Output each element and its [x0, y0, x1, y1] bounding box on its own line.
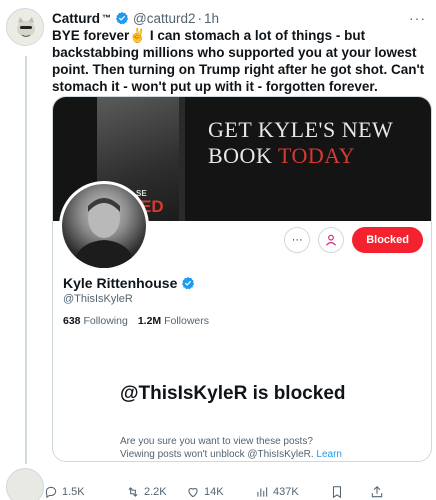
reply-action[interactable]: 1.5K — [44, 485, 85, 499]
user-subscribe-button[interactable] — [318, 227, 345, 253]
repost-icon — [128, 487, 138, 497]
profile-avatar[interactable] — [59, 181, 149, 271]
followers-count: 1.2M — [137, 315, 162, 327]
bookmark-action[interactable] — [330, 485, 344, 499]
tweet-action-bar: 1.5K 2.2K 14K 437K — [44, 484, 432, 500]
banner-line-2: BOOK TODAY — [208, 143, 393, 169]
profile-name[interactable]: Kyle Rittenhouse — [63, 275, 177, 291]
banner-line-1: GET KYLE'S NEW — [208, 117, 394, 142]
person-star-icon — [326, 234, 337, 246]
repost-action[interactable]: 2.2K — [126, 485, 167, 499]
profile-stats: 638 Following 1.2M Followers — [63, 315, 209, 327]
following-count: 638 — [63, 315, 81, 327]
following-label: Following — [83, 315, 128, 327]
author-handle[interactable]: @catturd2 — [133, 11, 195, 26]
reply-count: 1.5K — [62, 486, 85, 498]
profile-actions: ··· Blocked — [284, 227, 423, 253]
bookmark-icon — [332, 486, 342, 499]
blocked-title: @ThisIsKyleR is blocked — [120, 383, 346, 404]
author-name[interactable]: Catturd — [52, 11, 100, 26]
cat-avatar-icon — [7, 9, 43, 45]
blocked-description: Are you sure you want to view these post… — [120, 435, 350, 461]
author-tm: ™ — [102, 13, 111, 23]
share-action[interactable] — [370, 485, 384, 499]
profile-handle: @ThisIsKyleR — [63, 293, 133, 305]
views-chart-icon — [257, 487, 268, 497]
share-icon — [371, 486, 383, 498]
separator: · — [197, 10, 202, 26]
like-action[interactable]: 14K — [186, 485, 224, 499]
following-stat[interactable]: 638 Following — [63, 315, 128, 327]
profile-name-row: Kyle Rittenhouse — [63, 275, 199, 291]
reply-icon — [45, 486, 57, 499]
like-count: 14K — [204, 486, 224, 498]
author-avatar[interactable] — [6, 8, 44, 46]
banner-headline: GET KYLE'S NEW BOOK TODAY — [208, 117, 393, 169]
heart-icon — [188, 488, 198, 498]
verified-badge-icon — [182, 276, 195, 290]
followers-label: Followers — [164, 315, 210, 327]
repost-count: 2.2K — [144, 486, 167, 498]
banner-line-2-plain: BOOK — [208, 143, 278, 168]
next-post-avatar[interactable] — [6, 468, 44, 500]
views-action[interactable]: 437K — [255, 485, 299, 499]
embedded-profile-card[interactable]: SE ED GET KYLE'S NEW BOOK TODAY ··· Bloc… — [52, 96, 432, 462]
tweet-text: BYE forever✌️ I can stomach a lot of thi… — [52, 28, 425, 94]
blocked-description-text: Are you sure you want to view these post… — [120, 436, 314, 460]
followers-stat[interactable]: 1.2M Followers — [138, 315, 209, 327]
views-count: 437K — [273, 486, 299, 498]
more-options-icon[interactable]: ··· — [409, 10, 426, 26]
banner-line-2-accent: TODAY — [277, 143, 356, 168]
banner-divider — [179, 97, 185, 221]
thread-line — [25, 56, 27, 464]
verified-badge-icon — [115, 11, 129, 25]
more-button[interactable]: ··· — [284, 227, 311, 253]
profile-avatar-photo — [62, 184, 146, 268]
tweet-header: Catturd ™ @catturd2 · 1h ··· — [52, 9, 426, 27]
tweet-time[interactable]: 1h — [204, 11, 219, 26]
person-photo-icon — [72, 198, 136, 268]
blocked-button[interactable]: Blocked — [352, 227, 423, 253]
